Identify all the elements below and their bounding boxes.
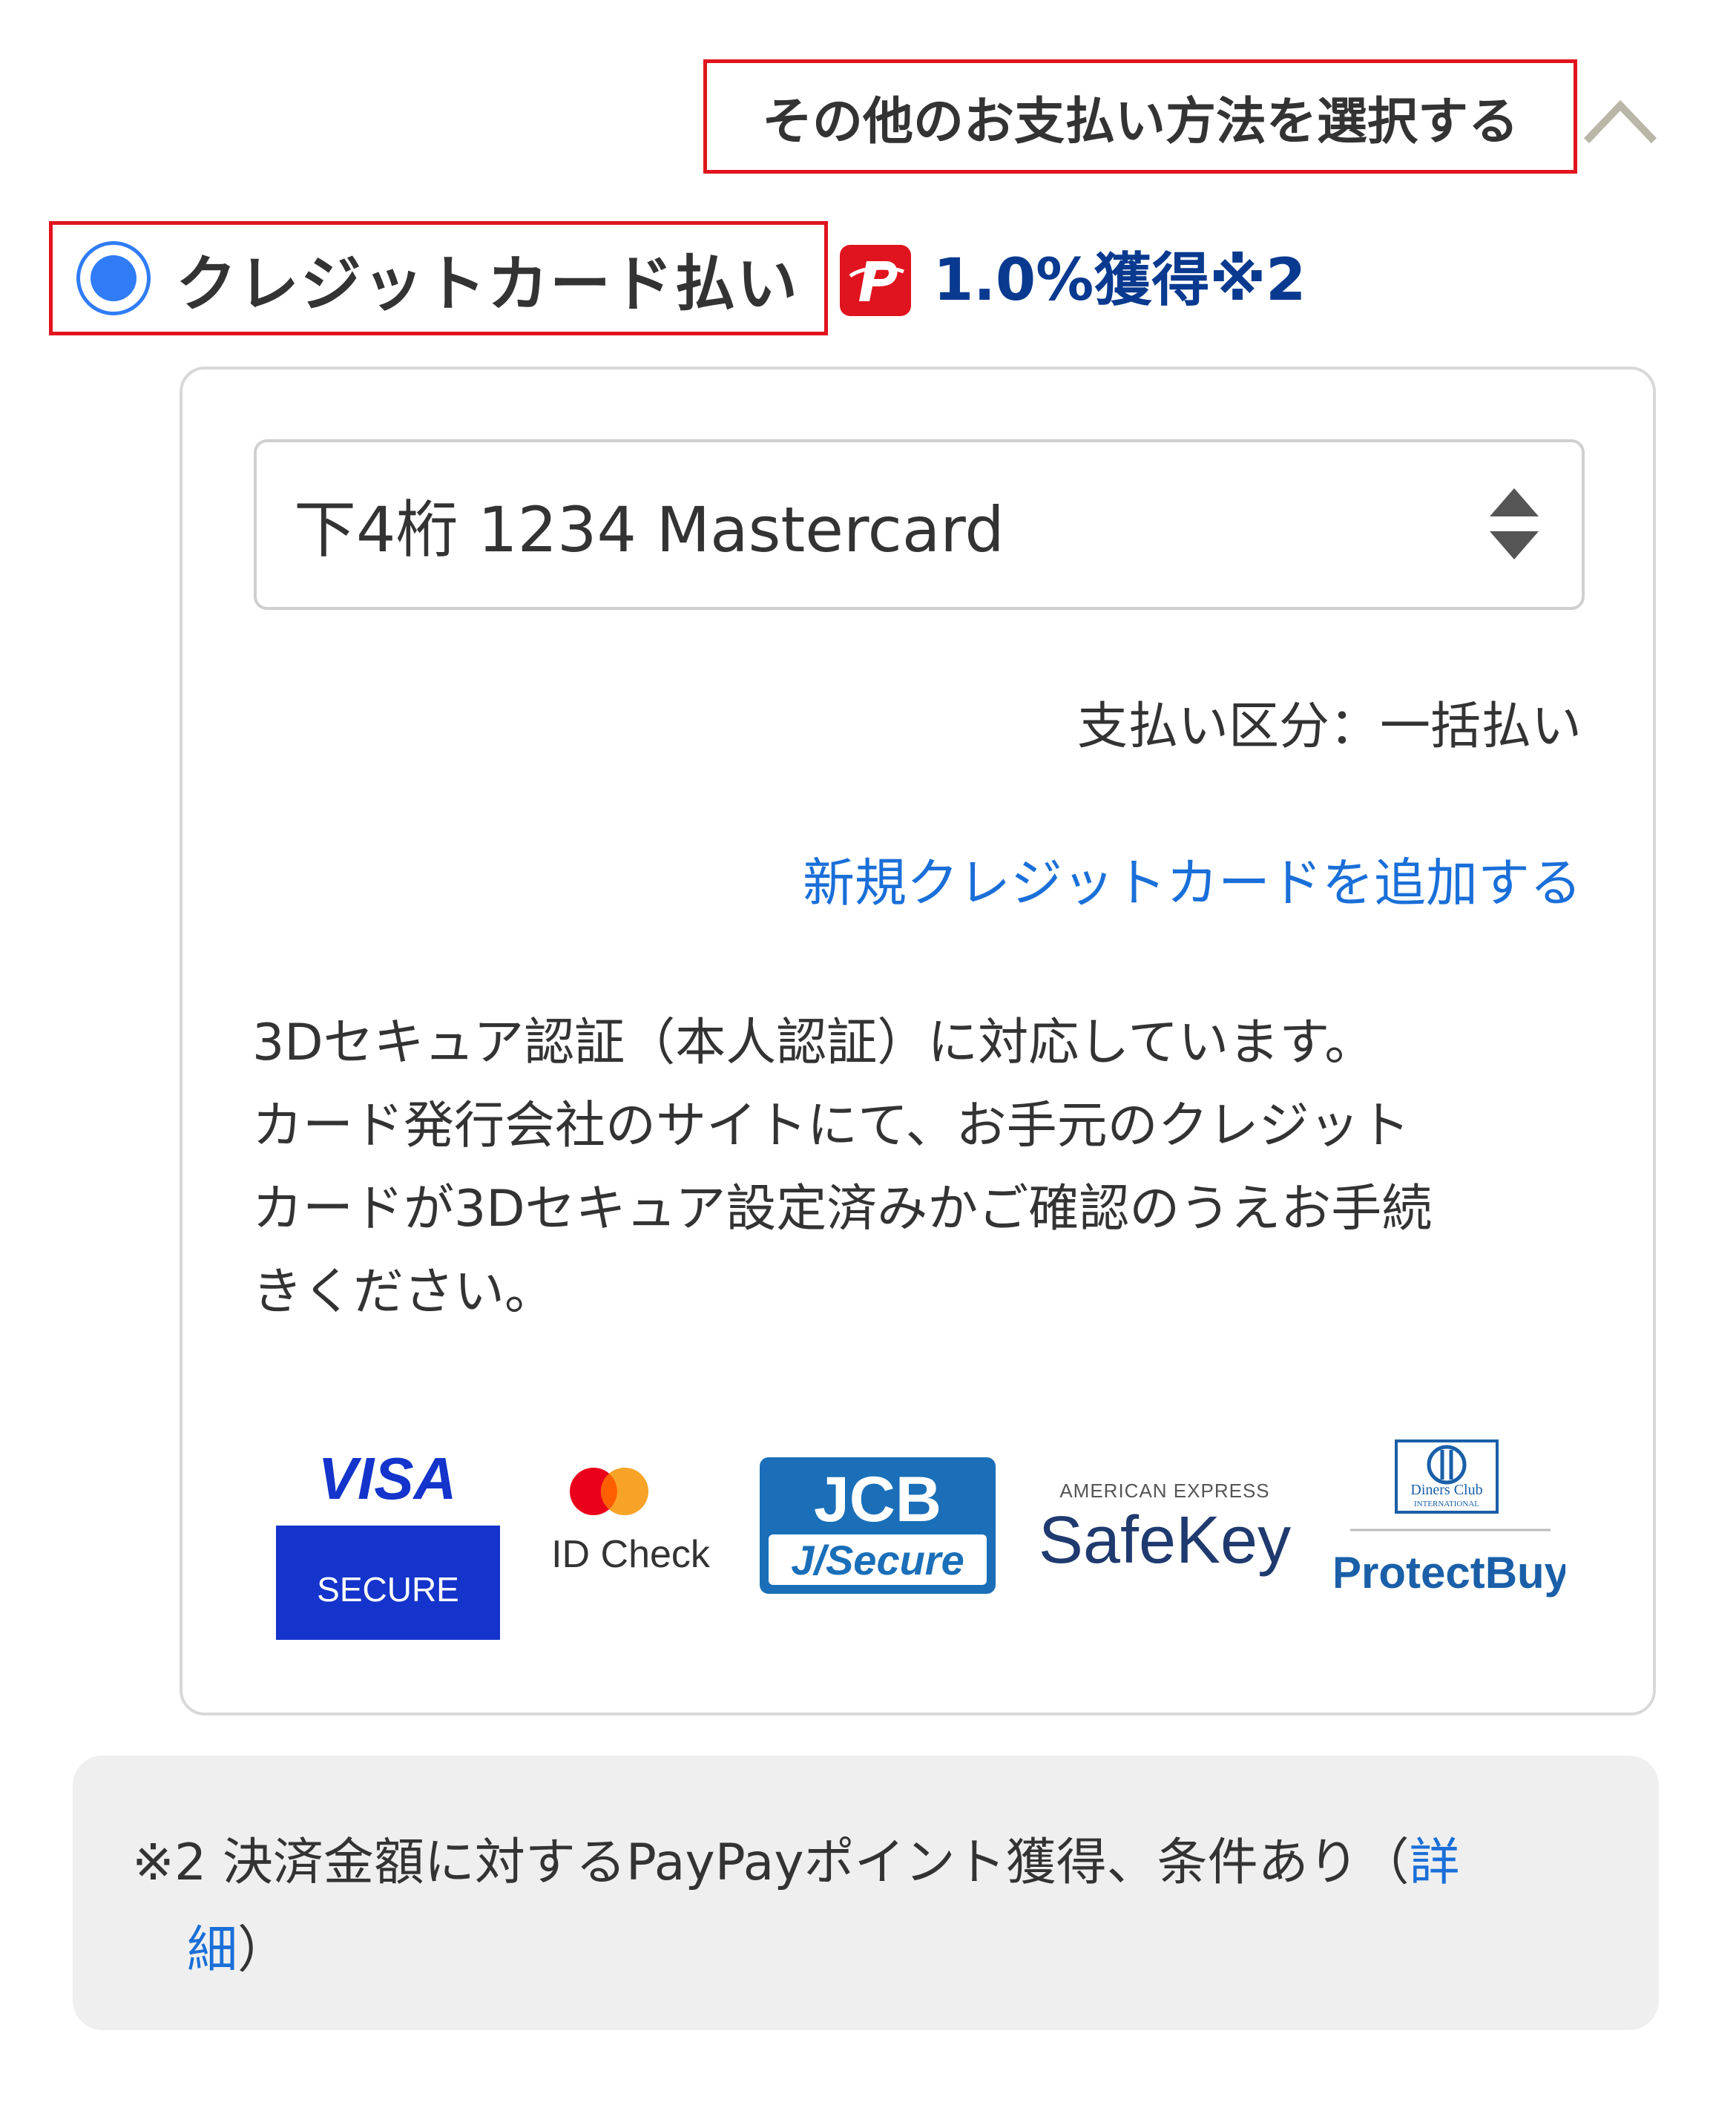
- payment-division: 支払い区分：一括払い: [1076, 697, 1582, 756]
- chevron-up-icon[interactable]: [1583, 89, 1657, 148]
- svg-text:ID Check: ID Check: [551, 1533, 711, 1576]
- footnote-text-end: ）: [237, 1921, 289, 1980]
- add-new-card-link[interactable]: 新規クレジットカードを追加する: [803, 846, 1582, 920]
- paypay-points-text: 1.0%獲得※2: [933, 247, 1306, 314]
- footnote-line-2: 細）: [132, 1907, 1599, 1995]
- visa-secure-logo: VISA SECURE: [276, 1445, 500, 1640]
- amex-safekey-logo: AMERICAN EXPRESS SafeKey: [1039, 1480, 1291, 1577]
- card-select[interactable]: 下4桁 1234 Mastercard: [254, 439, 1585, 610]
- svg-text:Diners Club: Diners Club: [1410, 1482, 1482, 1498]
- mastercard-id-check-logo: ID Check: [551, 1468, 711, 1576]
- other-payment-methods-toggle[interactable]: その他のお支払い方法を選択する: [703, 59, 1577, 174]
- notice-line: きください。: [252, 1263, 556, 1322]
- radio-button[interactable]: [76, 241, 151, 315]
- footnote-box: ※2 決済金額に対するPayPayポイント獲得、条件あり（詳 細）: [73, 1756, 1659, 2030]
- svg-text:SECURE: SECURE: [317, 1570, 459, 1609]
- jcb-j-secure-logo: JCB J/Secure: [760, 1457, 996, 1594]
- up-down-arrows-icon: [1490, 488, 1539, 559]
- details-link[interactable]: 詳: [1410, 1833, 1460, 1892]
- credit-card-label: クレジットカード払い: [176, 249, 800, 320]
- svg-text:VISA: VISA: [318, 1445, 457, 1511]
- svg-text:SafeKey: SafeKey: [1039, 1503, 1291, 1577]
- notice-line: カードが3Dセキュア設定済みかご確認のうえお手続: [252, 1180, 1433, 1238]
- notice-line: カード発行会社のサイトにて、お手元のクレジット: [252, 1097, 1410, 1155]
- svg-text:JCB: JCB: [814, 1464, 941, 1535]
- notice-line: 3Dセキュア認証（本人認証）に対応しています。: [252, 1014, 1375, 1072]
- selected-card-value: 下4桁 1234 Mastercard: [294, 493, 1005, 566]
- diners-protectbuy-logo: Diners Club INTERNATIONAL ProtectBuy: [1335, 1439, 1565, 1598]
- svg-text:ProtectBuy: ProtectBuy: [1335, 1548, 1565, 1598]
- footnote-line-1: ※2 決済金額に対するPayPayポイント獲得、条件あり（詳: [132, 1819, 1599, 1907]
- svg-text:J/Secure: J/Secure: [791, 1537, 964, 1583]
- other-payment-methods-label: その他のお支払い方法を選択する: [761, 92, 1519, 151]
- svg-text:INTERNATIONAL: INTERNATIONAL: [1414, 1500, 1479, 1508]
- svg-text:AMERICAN EXPRESS: AMERICAN EXPRESS: [1059, 1480, 1269, 1502]
- 3d-secure-notice: 3Dセキュア認証（本人認証）に対応しています。 カード発行会社のサイトにて、お手…: [252, 1002, 1588, 1334]
- credit-card-radio-option[interactable]: クレジットカード払い: [49, 221, 828, 335]
- details-link-continued[interactable]: 細: [187, 1921, 237, 1980]
- paypay-icon: [840, 245, 911, 316]
- radio-selected-dot: [91, 255, 137, 301]
- footnote-text: ※2 決済金額に対するPayPayポイント獲得、条件あり（: [132, 1833, 1410, 1892]
